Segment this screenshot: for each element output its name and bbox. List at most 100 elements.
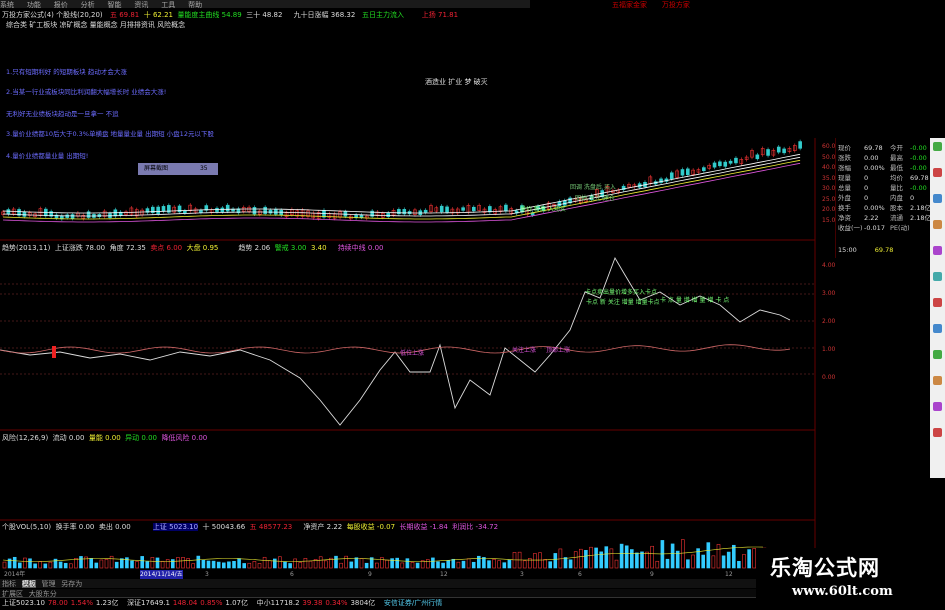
ind1-label-4: 关注上涨 [512,347,537,354]
side-icon-6[interactable] [933,272,942,281]
candle-body [423,209,428,213]
volume-bar [160,560,165,569]
volume-bar [191,563,195,569]
side-icon-7[interactable] [933,298,942,307]
volume-ma-line [2,546,763,562]
ind1-label-3: 低位上涨 [400,350,425,357]
candle-body [461,207,465,211]
side-icon-11[interactable] [933,402,942,411]
idx-sz-chg: 148.04 [172,599,198,607]
volume-bar [222,562,226,569]
footer-tab-template[interactable]: 模板 [21,580,36,588]
ind3-item-8: 利润比 -34.72 [452,523,499,531]
quote-label: 量比 [890,184,903,192]
side-icon-3[interactable] [933,194,942,203]
side-icon-5[interactable] [933,246,942,255]
volume-bar [308,560,313,569]
volume-bar [267,560,272,569]
ind3-item-2: 上证 5023.10 [152,523,199,531]
ind1-y-tick: 3.00 [822,290,836,297]
footer-tab-manage[interactable]: 管理 [41,580,55,588]
volume-bar [216,561,221,569]
indicator3-label: 个股VOL(5,10) [2,523,52,531]
candle-body [504,204,508,212]
volume-bar [380,557,384,569]
ind3-item-0: 换手率 0.00 [55,523,95,531]
side-icon-8[interactable] [933,324,942,333]
volume-bar [726,551,731,569]
volume-bar [385,559,389,569]
volume-bar [589,546,593,569]
quote-label: 今开 [890,144,903,152]
candle-body [766,149,770,156]
volume-bar [466,558,471,569]
volume-bar [211,560,216,569]
side-icon-12[interactable] [933,428,942,437]
candle-body [199,210,203,213]
volume-bar [619,543,624,569]
volume-bar [563,557,568,569]
x-label-4: 9 [368,571,372,578]
side-icon-9[interactable] [933,350,942,359]
volume-bar [94,562,99,569]
volume-bar [262,556,267,569]
volume-bar [364,562,369,569]
volume-bar [395,557,400,569]
volume-bar [196,555,201,569]
volume-bar [53,558,58,569]
side-icon-4[interactable] [933,220,942,229]
volume-bar [706,542,711,569]
quote-value: -0.00 [910,164,927,172]
candle-body [702,167,706,172]
trend-indicator-chart [0,256,815,426]
volume-bar [446,560,451,569]
ind1-y-tick: 4.00 [822,262,836,269]
volume-bar [359,558,364,569]
volume-bar [43,563,48,569]
footer-tab-indicator[interactable]: 指标 [2,580,16,588]
quote-label: 流通 [890,214,903,222]
candle-body [776,146,781,153]
volume-bar [716,544,721,569]
quote-label: 涨跌 [838,154,851,162]
quote-label: 换手 [838,204,851,212]
ind2-item-2: 异动 0.00 [125,434,157,442]
watermark-title: 乐淘公式网 [770,555,880,580]
volume-bar [415,562,420,569]
quote-label: 均价 [890,174,903,182]
volume-bar [354,557,359,569]
x-label-1: 2014/11/14/五 [140,570,183,579]
volume-bar [711,555,716,569]
quote-row: 总量 0 量比 -0.00 [838,182,930,192]
x-label-7: 6 [578,571,582,578]
idx-zx-chg: 39.38 [302,599,323,607]
side-icon-1[interactable] [933,142,942,151]
quote-label: 内盘 [890,194,903,202]
volume-bar [257,563,262,569]
quote-time: 15:00 [838,246,857,254]
volume-bar [553,553,558,569]
quote-last-row: 15:00 69.78 [838,246,930,254]
footer-tab-saveas[interactable]: 另存为 [61,580,82,588]
ind1-item-0: 上证涨跌 78.00 [54,244,106,252]
volume-bar [640,551,644,569]
idx-zx-pct: 0.34% [325,599,348,607]
indicator1-label: 趋势(2013,11) [2,244,51,252]
side-icon-2[interactable] [933,168,942,177]
quote-price: 69.78 [874,246,894,254]
volume-bar [63,562,68,569]
volume-bar [181,557,185,569]
volume-bar [293,558,298,569]
candle-body [728,160,733,164]
volume-bar [635,552,639,569]
ind1-item-4: 趋势 2.06 [238,244,271,252]
side-icon-10[interactable] [933,376,942,385]
volume-bar [227,561,231,569]
ind2-item-1: 量能 0.00 [88,434,121,442]
candle-body [798,141,802,149]
candle-body [183,210,187,214]
volume-bar [482,557,486,569]
volume-bar [140,556,144,569]
volume-bar [23,557,27,569]
volume-bar [441,562,445,569]
